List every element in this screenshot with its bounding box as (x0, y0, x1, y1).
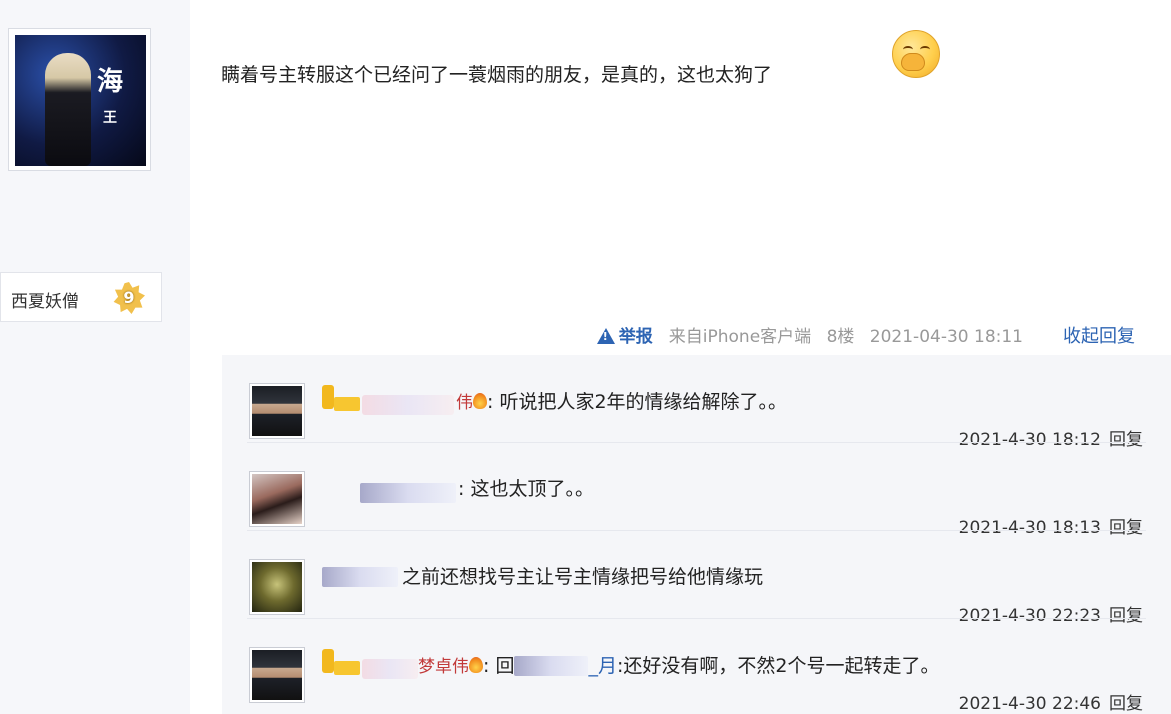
reply-line: 之前还想找号主让号主情缘把号给他情缘玩 (402, 562, 763, 589)
reply-line: 梦卓伟 : 回 _月:还好没有啊，不然2个号一起转走了。 (418, 651, 939, 678)
report-label: 举报 (618, 327, 653, 347)
reply-text: 之前还想找号主让号主情缘把号给他情缘玩 (402, 566, 764, 588)
author-avatar[interactable]: 海 王 (8, 28, 151, 171)
reply-avatar[interactable] (249, 559, 305, 615)
reply-prefix: : 回 (483, 655, 515, 677)
reply-avatar[interactable] (249, 471, 305, 527)
emoji-eye-left (903, 46, 913, 53)
reply-text: : 这也太顶了。。 (458, 478, 594, 500)
emoji-hand (901, 53, 925, 71)
reply-button[interactable]: 回复 (1109, 694, 1143, 714)
reply-text: :还好没有啊，不然2个号一起转走了。 (616, 655, 940, 677)
reply-item: 伟: 听说把人家2年的情缘给解除了。。 2021-4-30 18:12 回复 (222, 355, 1171, 450)
collapse-replies-button[interactable]: 收起回复 (1063, 322, 1135, 348)
vip-thumb-icon (322, 385, 360, 411)
post-meta: 举报来自iPhone客户端 8楼 2021-04-30 18:11 (585, 322, 1023, 347)
blurred-username (360, 483, 456, 503)
avatar-title-text: 海 (96, 67, 123, 97)
cover-mouth-emoji-icon (892, 30, 940, 78)
reply-username[interactable]: 伟 (456, 393, 473, 413)
reply-mention[interactable]: _月 (588, 655, 617, 677)
avatar-image: 海 王 (15, 35, 146, 166)
floor-number: 8楼 (826, 327, 855, 347)
warning-icon (596, 328, 615, 344)
level-number: 9 (123, 288, 135, 307)
reply-avatar[interactable] (249, 647, 305, 703)
post-time: 2021-04-30 18:11 (869, 327, 1023, 347)
author-badge-row: 西夏妖僧 9 (0, 272, 162, 322)
blurred-username (322, 567, 398, 587)
reply-item: 之前还想找号主让号主情缘把号给他情缘玩 2021-4-30 22:23 回复 (222, 531, 1171, 626)
reply-meta: 2021-4-30 22:46 回复 (959, 689, 1143, 714)
fire-icon (473, 393, 487, 409)
emoji-eye-right (920, 46, 930, 53)
author-sidebar: 海 王 西夏妖僧 9 (0, 0, 190, 714)
reply-username[interactable]: 梦卓伟 (418, 657, 469, 677)
blurred-mention (514, 656, 589, 676)
reply-line: : 这也太顶了。。 (458, 474, 594, 501)
blurred-username (362, 659, 418, 679)
reply-item: 梦卓伟 : 回 _月:还好没有啊，不然2个号一起转走了。 2021-4-30 22:… (222, 619, 1171, 714)
vip-thumb-icon (322, 649, 360, 675)
blurred-username (362, 395, 454, 415)
reply-item: : 这也太顶了。。 2021-4-30 18:13 回复 (222, 443, 1171, 538)
fire-icon (469, 657, 483, 673)
report-link[interactable]: 举报 (591, 327, 653, 347)
reply-list: 伟: 听说把人家2年的情缘给解除了。。 2021-4-30 18:12 回复 : … (222, 355, 1171, 714)
post-content: 瞒着号主转服这个已经问了一蓑烟雨的朋友，是真的，这也太狗了 (221, 64, 773, 86)
avatar-subtitle-text: 王 (103, 110, 117, 126)
reply-line: 伟 : 听说把人家2年的情缘给解除了。。 (456, 387, 787, 414)
avatar-figure (45, 53, 91, 166)
author-name[interactable]: 西夏妖僧 (11, 287, 79, 312)
reply-time: 2021-4-30 22:46 (958, 694, 1101, 714)
reply-avatar[interactable] (249, 383, 305, 439)
client-source[interactable]: 来自iPhone客户端 (669, 327, 811, 347)
reply-text: : 听说把人家2年的情缘给解除了。。 (487, 391, 788, 413)
